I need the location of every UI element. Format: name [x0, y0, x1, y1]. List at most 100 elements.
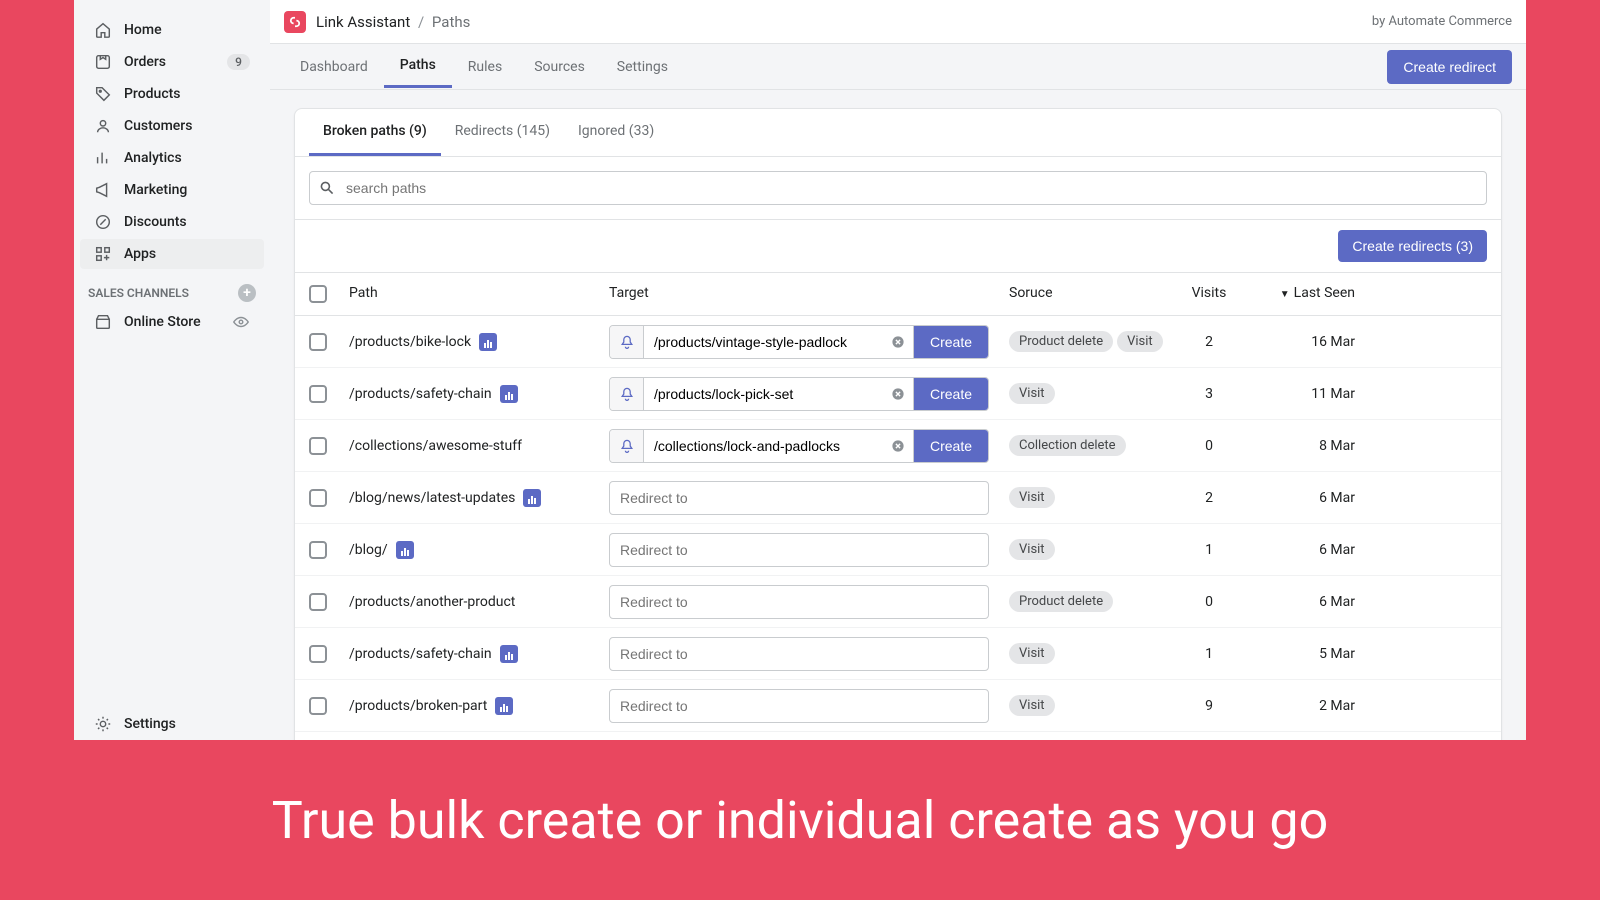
- row-checkbox[interactable]: [309, 489, 327, 507]
- analytics-icon[interactable]: [396, 541, 414, 559]
- clear-icon[interactable]: [884, 430, 914, 462]
- bell-icon[interactable]: [610, 326, 644, 358]
- sidebar-item-home[interactable]: Home: [80, 15, 264, 45]
- path-text[interactable]: /products/bike-lock: [349, 334, 471, 350]
- table-row: /products/safety-chain Create Visit 3 11…: [295, 368, 1501, 420]
- topbar: Link Assistant / Paths by Automate Comme…: [270, 0, 1526, 44]
- attribution: by Automate Commerce: [1372, 14, 1512, 29]
- clear-icon[interactable]: [884, 378, 914, 410]
- sub-tabs: Broken paths (9) Redirects (145) Ignored…: [295, 109, 1501, 157]
- subtab-ignored[interactable]: Ignored (33): [564, 109, 668, 156]
- column-path[interactable]: Path: [349, 285, 609, 303]
- target-input[interactable]: [609, 533, 989, 567]
- main-tabs: Dashboard Paths Rules Sources Settings C…: [270, 44, 1526, 90]
- table-body: /products/bike-lock Create Product delet…: [295, 316, 1501, 740]
- sidebar-item-customers[interactable]: Customers: [80, 111, 264, 141]
- search-input[interactable]: [309, 171, 1487, 205]
- row-checkbox[interactable]: [309, 333, 327, 351]
- source-tag: Visit: [1009, 487, 1055, 508]
- sidebar-item-label: Online Store: [124, 314, 220, 330]
- path-text[interactable]: /products/another-product: [349, 594, 515, 610]
- row-checkbox[interactable]: [309, 437, 327, 455]
- path-text[interactable]: /blog/news/latest-updates: [349, 490, 515, 506]
- visits-value: 1: [1179, 646, 1239, 662]
- create-button[interactable]: Create: [914, 326, 988, 358]
- column-target[interactable]: Target: [609, 285, 1009, 303]
- target-input[interactable]: [644, 430, 884, 462]
- sidebar-item-discounts[interactable]: Discounts: [80, 207, 264, 237]
- orders-badge: 9: [227, 54, 250, 70]
- analytics-icon[interactable]: [500, 645, 518, 663]
- bell-icon[interactable]: [610, 430, 644, 462]
- sidebar-item-orders[interactable]: Orders 9: [80, 47, 264, 77]
- sort-caret-icon: ▼: [1280, 289, 1290, 300]
- analytics-icon: [94, 149, 112, 167]
- target-input[interactable]: [609, 585, 989, 619]
- subtab-broken-paths[interactable]: Broken paths (9): [309, 109, 441, 156]
- target-input-group: Create: [609, 429, 989, 463]
- tab-sources[interactable]: Sources: [518, 47, 601, 87]
- sidebar-item-online-store[interactable]: Online Store: [80, 307, 264, 337]
- create-redirect-button[interactable]: Create redirect: [1387, 50, 1512, 84]
- target-input-group: Create: [609, 325, 989, 359]
- create-redirects-bulk-button[interactable]: Create redirects (3): [1338, 230, 1487, 262]
- sidebar-item-marketing[interactable]: Marketing: [80, 175, 264, 205]
- last-seen-value: 6 Mar: [1239, 542, 1359, 558]
- tab-settings[interactable]: Settings: [601, 47, 684, 87]
- search-icon: [319, 180, 335, 196]
- path-text[interactable]: /products/broken-part: [349, 698, 487, 714]
- source-tag: Visit: [1009, 383, 1055, 404]
- row-checkbox[interactable]: [309, 541, 327, 559]
- source-tag: Visit: [1117, 331, 1163, 352]
- analytics-icon[interactable]: [500, 385, 518, 403]
- target-input[interactable]: [644, 378, 884, 410]
- visits-value: 3: [1179, 386, 1239, 402]
- tab-dashboard[interactable]: Dashboard: [284, 47, 384, 87]
- create-button[interactable]: Create: [914, 430, 988, 462]
- table-row: /products/bike-lock Create Product delet…: [295, 316, 1501, 368]
- tab-rules[interactable]: Rules: [452, 47, 518, 87]
- source-tag: Visit: [1009, 643, 1055, 664]
- sidebar-item-label: Settings: [124, 716, 250, 732]
- subtab-redirects[interactable]: Redirects (145): [441, 109, 564, 156]
- sidebar-item-analytics[interactable]: Analytics: [80, 143, 264, 173]
- table-row: /collections/awesome-stuff Create Collec…: [295, 420, 1501, 472]
- analytics-icon[interactable]: [495, 697, 513, 715]
- row-checkbox[interactable]: [309, 645, 327, 663]
- select-all-checkbox[interactable]: [309, 285, 327, 303]
- bell-icon[interactable]: [610, 378, 644, 410]
- tab-paths[interactable]: Paths: [384, 45, 452, 88]
- sidebar: Home Orders 9 Products Customers Analyti…: [74, 0, 270, 740]
- path-text[interactable]: /collections/awesome-stuff: [349, 438, 522, 454]
- sidebar-item-label: Discounts: [124, 214, 250, 230]
- last-seen-value: 11 Mar: [1239, 386, 1359, 402]
- target-input[interactable]: [609, 481, 989, 515]
- app-name[interactable]: Link Assistant: [316, 13, 410, 31]
- sidebar-item-products[interactable]: Products: [80, 79, 264, 109]
- create-button[interactable]: Create: [914, 378, 988, 410]
- view-store-icon[interactable]: [232, 313, 250, 331]
- sidebar-item-apps[interactable]: Apps: [80, 239, 264, 269]
- table-row: /broken/link Visit 7 2 Mar: [295, 732, 1501, 740]
- target-input[interactable]: [644, 326, 884, 358]
- row-checkbox[interactable]: [309, 385, 327, 403]
- path-text[interactable]: /products/safety-chain: [349, 646, 492, 662]
- column-source[interactable]: Soruce: [1009, 285, 1179, 303]
- sidebar-item-settings[interactable]: Settings: [80, 709, 264, 739]
- column-visits[interactable]: Visits: [1179, 285, 1239, 303]
- sidebar-item-label: Products: [124, 86, 250, 102]
- row-checkbox[interactable]: [309, 593, 327, 611]
- column-last-seen[interactable]: ▼Last Seen: [1239, 285, 1359, 303]
- analytics-icon[interactable]: [479, 333, 497, 351]
- path-text[interactable]: /products/safety-chain: [349, 386, 492, 402]
- clear-icon[interactable]: [884, 326, 914, 358]
- visits-value: 0: [1179, 438, 1239, 454]
- table-row: /products/safety-chain Visit 1 5 Mar: [295, 628, 1501, 680]
- breadcrumb-separator: /: [418, 13, 424, 31]
- row-checkbox[interactable]: [309, 697, 327, 715]
- analytics-icon[interactable]: [523, 489, 541, 507]
- target-input[interactable]: [609, 637, 989, 671]
- path-text[interactable]: /blog/: [349, 542, 388, 558]
- add-channel-icon[interactable]: +: [238, 284, 256, 302]
- target-input[interactable]: [609, 689, 989, 723]
